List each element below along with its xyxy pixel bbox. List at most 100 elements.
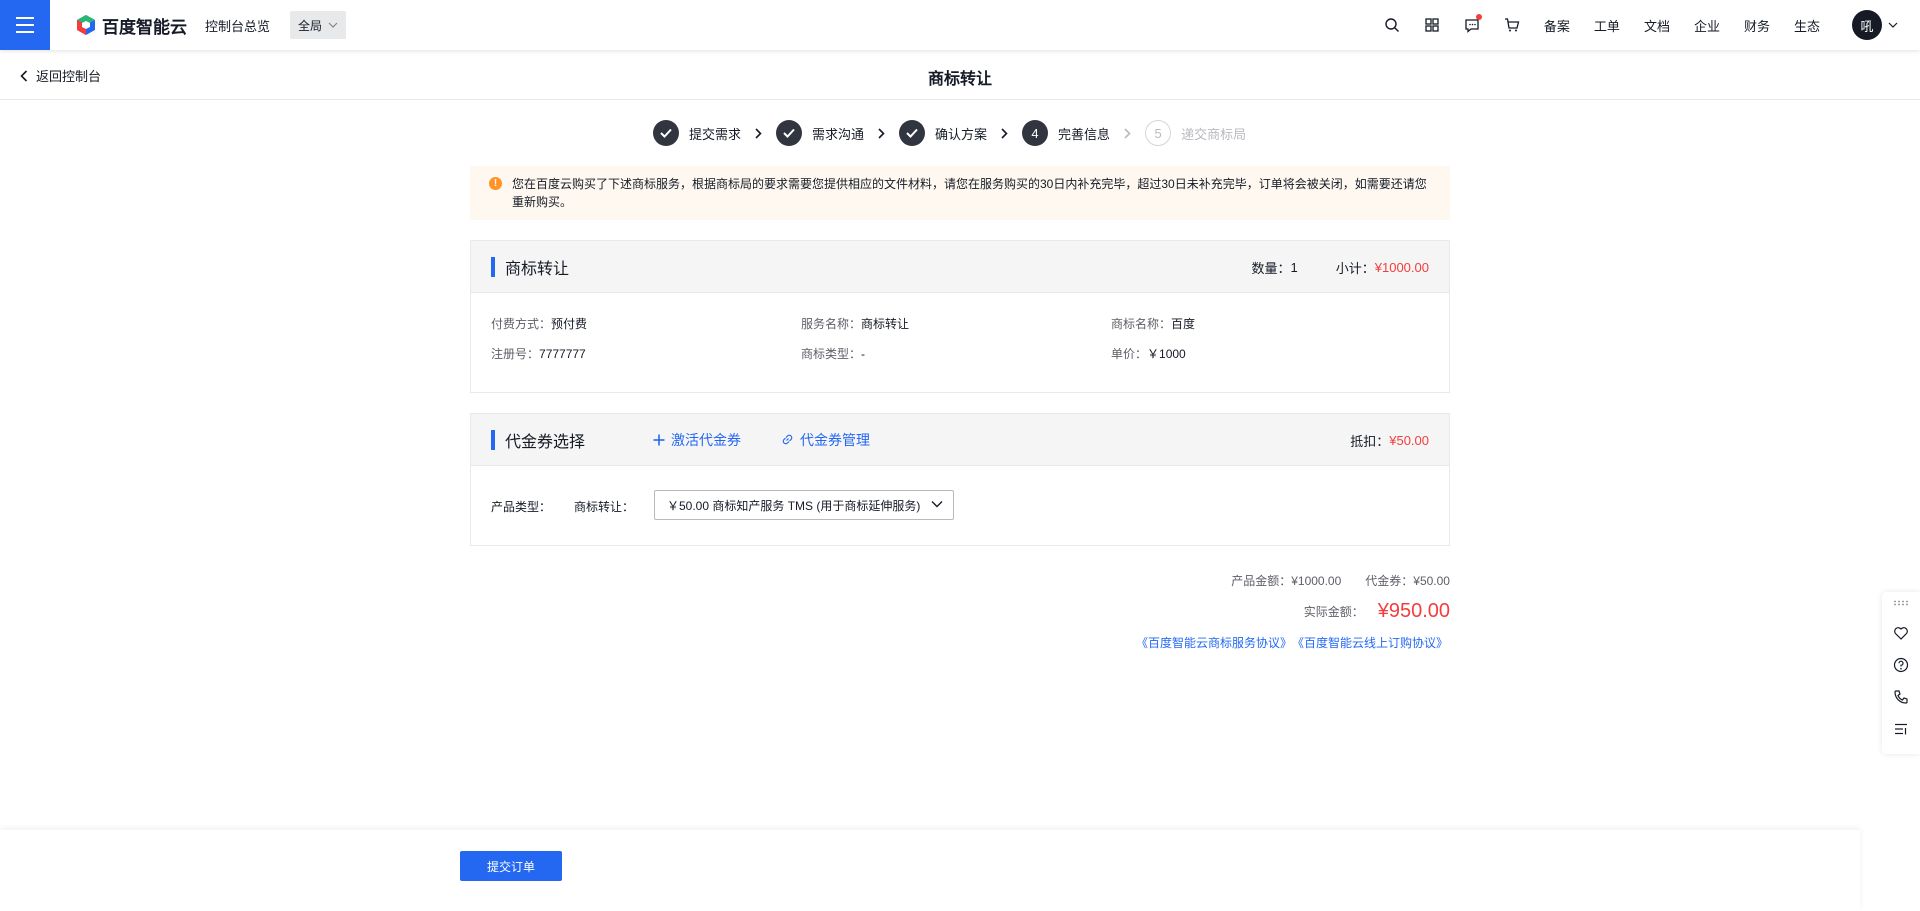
step-4: 4 完善信息: [1022, 120, 1110, 146]
nav-link-enterprise[interactable]: 企业: [1682, 16, 1732, 35]
voucher-amount: 代金券：¥50.00: [1365, 574, 1450, 588]
notice-alert: ! 您在百度云购买了下述商标服务，根据商标局的要求需要您提供相应的文件材料，请您…: [470, 166, 1450, 220]
product-amount: 产品金额：¥1000.00: [1231, 574, 1342, 588]
voucher-selected-value: ￥50.00 商标知产服务 TMS (用于商标延伸服务): [667, 498, 921, 513]
search-icon: [1385, 18, 1399, 32]
logo[interactable]: 百度智能云: [76, 13, 187, 38]
plus-icon: [653, 434, 665, 445]
link-icon: [782, 434, 793, 445]
step-number: 4: [1022, 120, 1049, 146]
voucher-manage-link[interactable]: 代金券管理: [781, 430, 870, 450]
chevron-right-icon: [1124, 127, 1131, 139]
activate-voucher-button[interactable]: 激活代金券: [653, 430, 741, 450]
page-title: 商标转让: [927, 71, 992, 88]
logo-text: 百度智能云: [102, 17, 187, 37]
menu-icon[interactable]: [0, 0, 50, 50]
amount-breakdown: 产品金额：¥1000.00 代金券：¥50.00: [1231, 572, 1450, 589]
chevron-down-icon[interactable]: [1888, 22, 1898, 28]
qty-label: 数量：: [1251, 260, 1291, 276]
avatar[interactable]: 吼: [1852, 10, 1882, 40]
region-select[interactable]: 全局: [290, 11, 347, 39]
messages-button[interactable]: [1452, 14, 1492, 33]
unread-dot: [1475, 14, 1482, 20]
agreements: 《百度智能云商标服务协议》 《百度智能云线上订购协议》: [1136, 634, 1448, 651]
actual-amount-label: 实际金额：: [1303, 605, 1364, 619]
baidu-cloud-logo-icon: [77, 15, 95, 35]
apps-grid-icon: [1425, 18, 1439, 32]
page-header: 返回控制台 商标转让: [0, 50, 1920, 100]
floating-toolbar: [1882, 592, 1920, 754]
actual-amount-row: 实际金额： ¥950.00: [1304, 600, 1450, 623]
step-1: 提交需求: [653, 120, 741, 146]
progress-steps: 提交需求 需求沟通 确认方案 4 完善信息 5 递交商标局: [653, 120, 1246, 146]
order-title: 商标转让: [505, 260, 570, 278]
voucher-select[interactable]: ￥50.00 商标知产服务 TMS (用于商标延伸服务): [654, 490, 954, 520]
activate-voucher-label: 激活代金券: [671, 431, 742, 448]
cart-button[interactable]: [1492, 17, 1532, 33]
step-label: 递交商标局: [1181, 126, 1247, 142]
top-right-tools: 备案 工单 文档 企业 财务 生态 吼: [1372, 0, 1920, 50]
check-icon: [899, 120, 926, 146]
feedback-heart-icon[interactable]: [1893, 625, 1909, 641]
chevron-right-icon: [878, 127, 885, 139]
field-payment-method: 付费方式：预付费: [491, 317, 588, 331]
chevron-right-icon: [755, 127, 762, 139]
deduct-label: 抵扣：: [1350, 433, 1390, 449]
step-3: 确认方案: [899, 120, 987, 146]
order-details: 付费方式：预付费 服务名称：商标转让 商标名称：百度 注册号：7777777 商…: [471, 293, 1449, 391]
warning-icon: !: [489, 177, 502, 190]
subtotal-value: ¥1000.00: [1374, 259, 1429, 275]
alert-text: 您在百度云购买了下述商标服务，根据商标局的要求需要您提供相应的文件材料，请您在服…: [512, 177, 1427, 209]
search-button[interactable]: [1372, 17, 1412, 33]
cart-icon: [1504, 18, 1520, 32]
nav-link-ticket[interactable]: 工单: [1582, 16, 1632, 35]
order-card: 商标转让 数量： 1 小计： ¥1000.00 付费方式：预付费 服务名称：商标…: [470, 240, 1450, 393]
subtotal-label: 小计：: [1335, 260, 1375, 276]
accent-bar: [491, 429, 495, 450]
chevron-right-icon: [1001, 127, 1008, 139]
qty-value: 1: [1290, 259, 1298, 275]
field-trademark-type: 商标类型：-: [801, 347, 866, 361]
step-label: 完善信息: [1058, 126, 1111, 142]
chevron-down-icon: [931, 501, 943, 508]
accent-bar: [491, 256, 495, 277]
voucher-body: 产品类型： 商标转让： ￥50.00 商标知产服务 TMS (用于商标延伸服务): [471, 466, 1449, 546]
check-icon: [653, 120, 679, 146]
service-agreement-link[interactable]: 《百度智能云商标服务协议》: [1136, 634, 1292, 651]
field-unit-price: 单价：￥1000: [1111, 347, 1186, 361]
voucher-title: 代金券选择: [505, 433, 586, 451]
submit-order-button[interactable]: 提交订单: [460, 851, 562, 881]
product-name-label: 商标转让：: [574, 500, 635, 514]
deduct-value: ¥50.00: [1389, 432, 1429, 448]
phone-icon[interactable]: [1893, 689, 1909, 705]
nav-link-beian[interactable]: 备案: [1532, 16, 1582, 35]
nav-link-ecosystem[interactable]: 生态: [1782, 16, 1832, 35]
step-2: 需求沟通: [776, 120, 864, 146]
help-icon[interactable]: [1893, 657, 1909, 673]
region-label: 全局: [298, 18, 323, 33]
step-label: 提交需求: [689, 126, 742, 142]
purchase-agreement-link[interactable]: 《百度智能云线上订购协议》: [1292, 634, 1448, 651]
drag-handle-icon[interactable]: [1893, 600, 1909, 606]
product-type-label: 产品类型：: [491, 500, 552, 514]
nav-link-finance[interactable]: 财务: [1732, 16, 1782, 35]
bottom-action-bar: 提交订单: [0, 830, 1860, 911]
order-summary: 数量： 1 小计： ¥1000.00: [1252, 241, 1430, 293]
apps-button[interactable]: [1412, 17, 1452, 33]
chevron-down-icon: [328, 22, 338, 28]
field-registration-no: 注册号：7777777: [491, 347, 586, 361]
voucher-card-header: 代金券选择 激活代金券 代金券管理 抵扣： ¥50.00: [471, 414, 1449, 466]
check-icon: [776, 120, 803, 146]
step-label: 确认方案: [935, 126, 988, 142]
actual-amount-value: ¥950.00: [1377, 600, 1450, 622]
list-icon[interactable]: [1893, 721, 1909, 737]
top-navbar: 百度智能云 控制台总览 全局 备案 工单 文档 企业 财务 生态 吼: [0, 0, 1920, 50]
nav-link-docs[interactable]: 文档: [1632, 16, 1682, 35]
step-label: 需求沟通: [812, 126, 865, 142]
step-5: 5 递交商标局: [1145, 120, 1246, 146]
order-card-header: 商标转让 数量： 1 小计： ¥1000.00: [471, 241, 1449, 293]
step-number: 5: [1145, 120, 1172, 146]
field-service-name: 服务名称：商标转让: [801, 317, 910, 331]
console-overview-link[interactable]: 控制台总览: [205, 16, 270, 35]
field-trademark-name: 商标名称：百度: [1111, 317, 1196, 331]
